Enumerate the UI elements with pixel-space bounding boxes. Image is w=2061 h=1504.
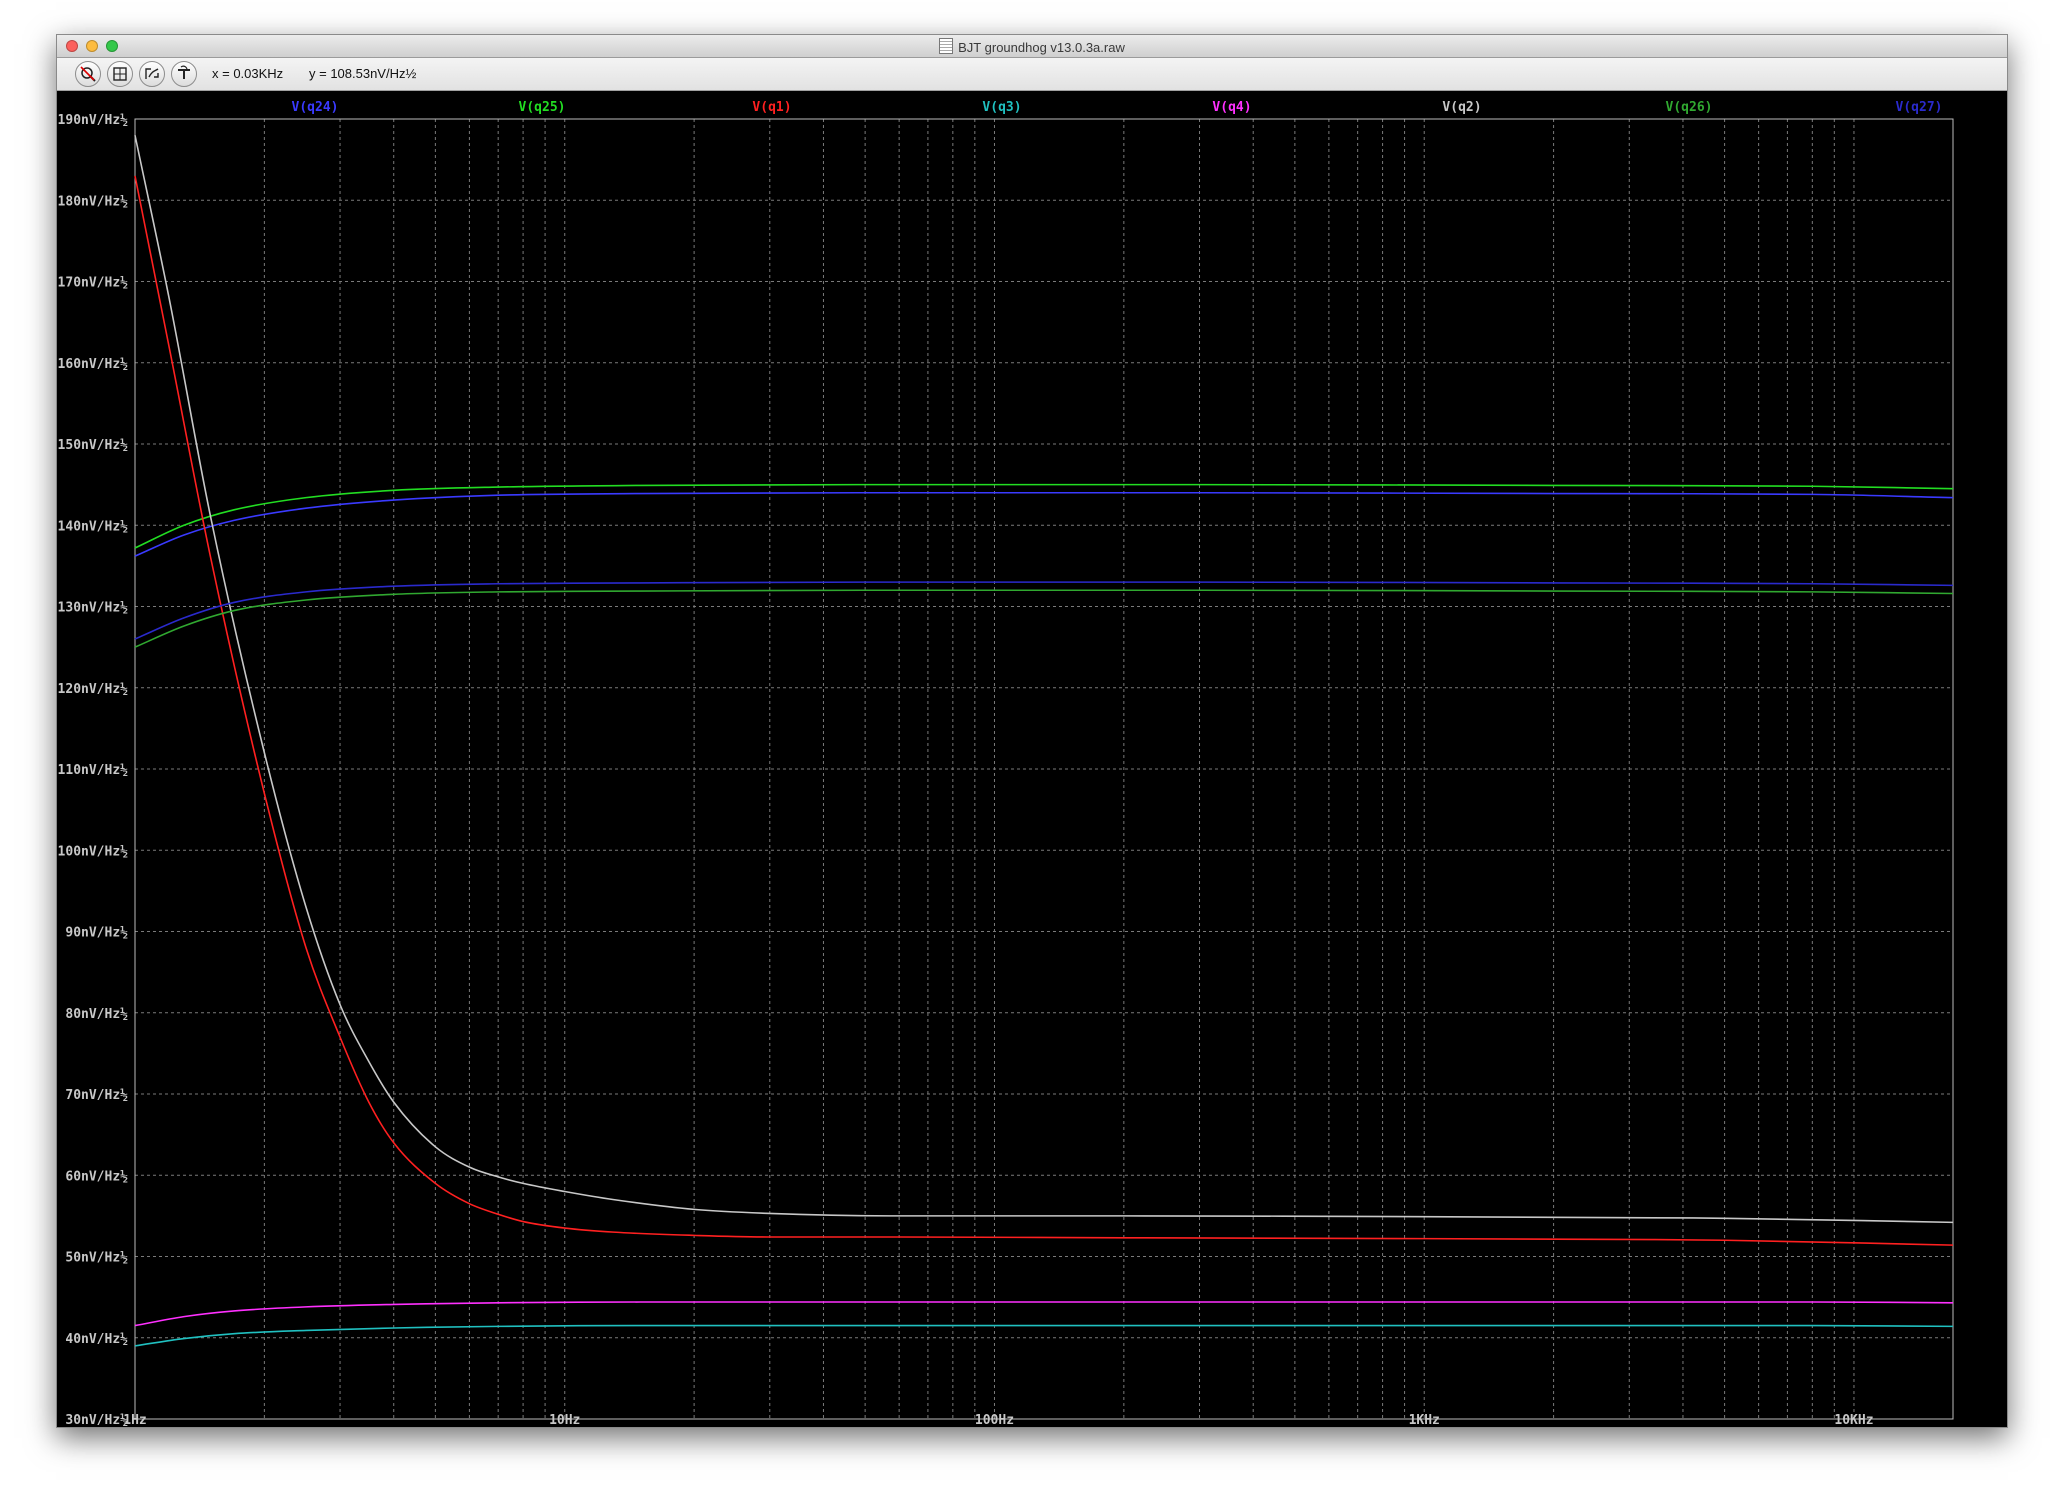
document-icon: [939, 38, 954, 54]
y-tick-label: 70nV/Hz½: [65, 1088, 128, 1103]
y-tick-label: 180nV/Hz½: [58, 194, 129, 209]
y-tick-label: 130nV/Hz½: [58, 601, 129, 616]
y-tick-label: 40nV/Hz½: [65, 1332, 128, 1347]
y-tick-label: 150nV/Hz½: [58, 438, 129, 453]
y-axis-tick-labels: 190nV/Hz½ 180nV/Hz½ 170nV/Hz½ 160nV/Hz½ 150n…: [58, 113, 129, 1427]
trace-vq2[interactable]: [134, 135, 1954, 1224]
zoom-fit-icon: [113, 67, 127, 81]
x-tick-label: 10KHz: [1834, 1413, 1873, 1427]
x-tick-label: 1KHz: [1409, 1413, 1440, 1427]
grid-lines: [135, 119, 1953, 1419]
legend-vq26[interactable]: V(q26): [1666, 100, 1713, 115]
zoom-back-icon: [145, 68, 159, 79]
trace-vq24[interactable]: [134, 491, 1954, 557]
legend-vq4[interactable]: V(q4): [1212, 100, 1251, 115]
probe-button[interactable]: [171, 61, 197, 87]
legend-vq25[interactable]: V(q25): [519, 100, 566, 115]
title-bar[interactable]: BJT groundhog v13.0.3a.raw: [57, 35, 2007, 58]
x-tick-label: 10Hz: [549, 1413, 580, 1427]
legend-vq1[interactable]: V(q1): [752, 100, 791, 115]
y-tick-label: 170nV/Hz½: [58, 276, 129, 291]
y-tick-label: 90nV/Hz½: [65, 926, 128, 941]
y-tick-label: 120nV/Hz½: [58, 682, 129, 697]
y-tick-label: 60nV/Hz½: [65, 1169, 128, 1184]
legend[interactable]: V(q24) V(q25) V(q1) V(q3) V(q4) V(q2) V(q26) V(…: [292, 100, 1943, 115]
noise-plot[interactable]: 190nV/Hz½ 180nV/Hz½ 170nV/Hz½ 160nV/Hz½ 150n…: [57, 91, 2007, 1427]
window-title-area: BJT groundhog v13.0.3a.raw: [57, 38, 2007, 56]
cursor-y-readout: y = 108.53nV/Hz½: [309, 66, 417, 81]
y-tick-label: 80nV/Hz½: [65, 1007, 128, 1022]
y-tick-label: 110nV/Hz½: [58, 763, 129, 778]
toolbar: x = 0.03KHz y = 108.53nV/Hz½: [57, 58, 2007, 91]
waveform-viewer-window: BJT groundhog v13.0.3a.raw x = 0.03KHz y…: [56, 34, 2008, 1428]
window-title: BJT groundhog v13.0.3a.raw: [958, 40, 1125, 55]
legend-vq3[interactable]: V(q3): [982, 100, 1021, 115]
trace-vq3[interactable]: [134, 1324, 1954, 1347]
x-axis-tick-labels: 1Hz 10Hz 100Hz 1KHz 10KHz: [123, 1413, 1873, 1427]
y-tick-label: 140nV/Hz½: [58, 519, 129, 534]
y-tick-label: 30nV/Hz½: [65, 1413, 128, 1427]
y-tick-label: 100nV/Hz½: [58, 844, 129, 859]
trace-vq4[interactable]: [134, 1301, 1954, 1327]
trace-vq26[interactable]: [134, 589, 1954, 648]
y-tick-label: 160nV/Hz½: [58, 357, 129, 372]
zoom-cancel-icon: [80, 66, 96, 82]
y-tick-label: 190nV/Hz½: [58, 113, 129, 128]
legend-vq27[interactable]: V(q27): [1896, 100, 1943, 115]
probe-icon: [178, 65, 190, 79]
x-tick-label: 100Hz: [975, 1413, 1014, 1427]
plot-pane[interactable]: 190nV/Hz½ 180nV/Hz½ 170nV/Hz½ 160nV/Hz½ 150n…: [57, 91, 2007, 1427]
trace-vq1[interactable]: [134, 175, 1954, 1246]
zoom-full-button[interactable]: [107, 61, 133, 87]
x-tick-label: 1Hz: [123, 1413, 146, 1427]
zoom-cancel-button[interactable]: [75, 61, 101, 87]
legend-vq24[interactable]: V(q24): [292, 100, 339, 115]
legend-vq2[interactable]: V(q2): [1442, 100, 1481, 115]
series-traces: [134, 135, 1954, 1347]
zoom-back-button[interactable]: [139, 61, 165, 87]
cursor-x-readout: x = 0.03KHz: [212, 66, 284, 81]
y-tick-label: 50nV/Hz½: [65, 1251, 128, 1266]
